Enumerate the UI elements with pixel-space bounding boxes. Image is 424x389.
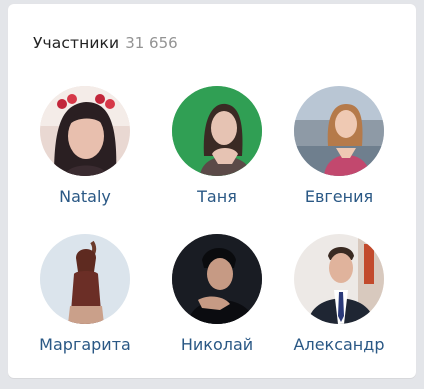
member-item-aleksandr[interactable]: Александр	[276, 234, 402, 355]
members-card: Участники 31 656 Nataly Таня Евгения Мар…	[8, 4, 416, 378]
avatar[interactable]	[294, 86, 384, 176]
avatar[interactable]	[40, 234, 130, 324]
avatar[interactable]	[172, 86, 262, 176]
avatar[interactable]	[294, 234, 384, 324]
member-item-nikolay[interactable]: Николай	[154, 234, 280, 355]
avatar-photo-nikolay	[172, 234, 262, 324]
avatar[interactable]	[172, 234, 262, 324]
avatar-photo-evgeniya	[294, 86, 384, 176]
member-item-margarita[interactable]: Маргарита	[22, 234, 148, 355]
avatar-photo-aleksandr	[294, 234, 384, 324]
member-name[interactable]: Евгения	[276, 187, 402, 207]
member-item-tanya[interactable]: Таня	[154, 86, 280, 207]
avatar-photo-nataly	[40, 86, 130, 176]
member-item-evgeniya[interactable]: Евгения	[276, 86, 402, 207]
member-name[interactable]: Николай	[154, 335, 280, 355]
members-count: 31 656	[125, 34, 178, 52]
members-header[interactable]: Участники 31 656	[33, 34, 178, 58]
avatar-photo-tanya	[172, 86, 262, 176]
member-name[interactable]: Маргарита	[22, 335, 148, 355]
members-title[interactable]: Участники	[33, 34, 119, 52]
member-item-nataly[interactable]: Nataly	[22, 86, 148, 207]
member-name[interactable]: Таня	[154, 187, 280, 207]
avatar-photo-margarita	[40, 234, 130, 324]
avatar[interactable]	[40, 86, 130, 176]
member-name[interactable]: Александр	[276, 335, 402, 355]
member-name[interactable]: Nataly	[22, 187, 148, 207]
